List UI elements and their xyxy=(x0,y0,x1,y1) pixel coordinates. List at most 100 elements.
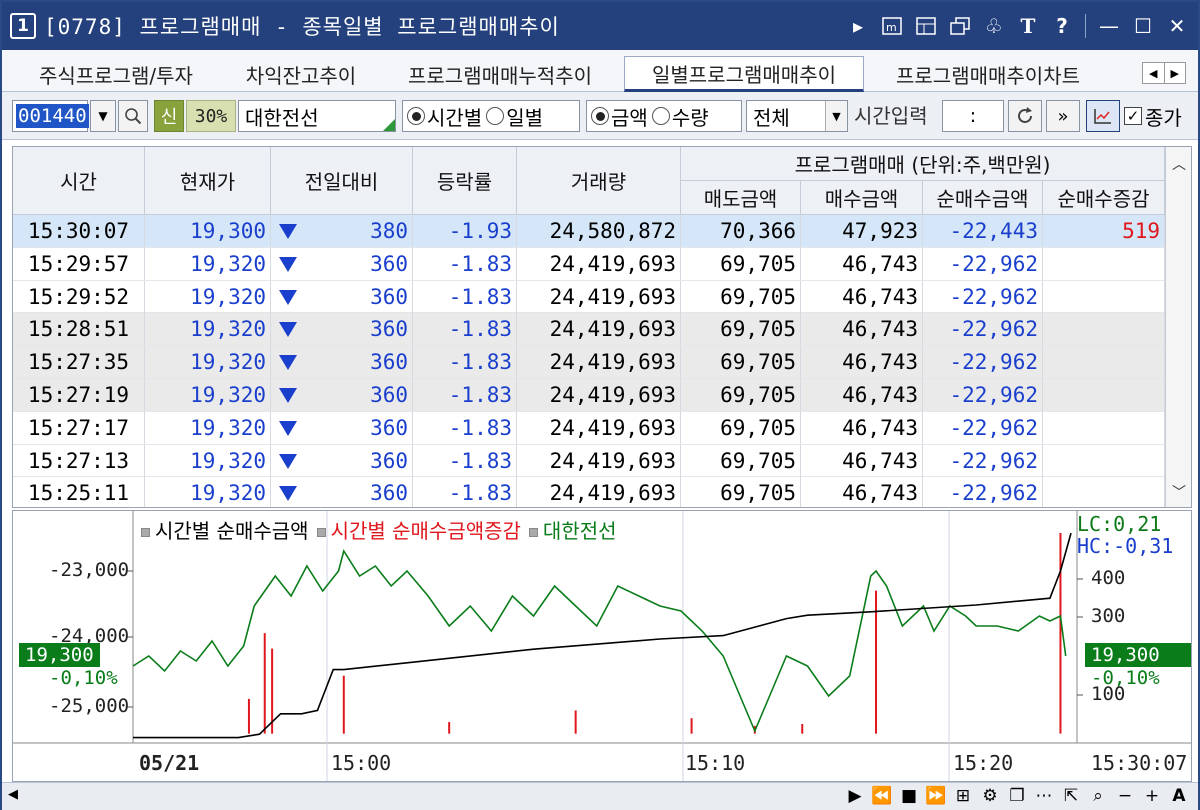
header-rate[interactable]: 등락률 xyxy=(413,147,517,215)
table-row[interactable]: 15:30:07 19,300 380 -1.93 24,580,872 70,366 47… xyxy=(13,215,1165,248)
header-net-buy[interactable]: 순매수금액 xyxy=(923,181,1043,215)
next-button[interactable]: » xyxy=(1046,100,1080,132)
chart-canvas[interactable] xyxy=(13,511,1191,781)
cursor-icon[interactable]: ⇱ xyxy=(1060,785,1082,807)
tab-program-cumulative[interactable]: 프로그램매매누적추이 xyxy=(384,56,616,92)
cell-volume: 24,419,693 xyxy=(517,444,681,477)
tab-arbitrage-balance[interactable]: 차익잔고추이 xyxy=(228,56,374,92)
close-price-checkbox[interactable]: ✓ 종가 xyxy=(1124,100,1182,132)
radio-amount[interactable]: 금액 xyxy=(591,102,648,131)
table-row[interactable]: 15:29:57 19,320 360 -1.83 24,419,693 69,705 46… xyxy=(13,247,1165,281)
window-icon[interactable]: ❐ xyxy=(1006,785,1028,807)
header-change[interactable]: 전일대비 xyxy=(271,147,413,215)
tab-scroll-right-icon[interactable]: ▶ xyxy=(1163,63,1186,83)
cell-sell-amount: 70,366 xyxy=(681,215,801,247)
cell-change-text: 380 xyxy=(370,219,408,243)
cell-net-buy: -22,962 xyxy=(923,247,1043,280)
play-icon[interactable]: ▶ xyxy=(844,785,866,807)
cell-change: 360 xyxy=(271,313,413,346)
radio-quantity[interactable]: 수량 xyxy=(651,102,709,131)
settings-icon[interactable]: ⚙ xyxy=(979,785,1001,807)
cell-time: 15:29:52 xyxy=(13,280,145,313)
table-row[interactable]: 15:27:19 19,320 360 -1.83 24,419,693 69,705 46… xyxy=(13,378,1165,412)
cell-change: 360 xyxy=(271,378,413,411)
table-header: 시간 현재가 전일대비 등락률 거래량 프로그램매매 (단위:주,백만원) 매도… xyxy=(13,147,1165,215)
chart-toggle-button[interactable] xyxy=(1086,100,1120,132)
copy-window-icon[interactable] xyxy=(949,15,971,37)
header-buy-amount[interactable]: 매수금액 xyxy=(801,181,923,215)
table-vertical-scrollbar[interactable]: ︿ ﹀ xyxy=(1165,147,1191,507)
legend-item-stock[interactable]: 대한전선 xyxy=(528,515,617,544)
text-annotation-icon[interactable]: A xyxy=(1168,785,1190,807)
window-number-badge[interactable]: 1 xyxy=(10,13,36,39)
tab-scroll-left-icon[interactable]: ◀ xyxy=(1143,63,1164,83)
cell-buy-amount-text: 46,743 xyxy=(842,415,918,440)
zoom-icon[interactable]: ⌕ xyxy=(1087,785,1109,807)
print-icon[interactable]: ♧ xyxy=(983,14,1005,38)
header-sell-amount[interactable]: 매도금액 xyxy=(681,181,801,215)
help-icon[interactable]: ? xyxy=(1051,14,1073,38)
header-volume[interactable]: 거래량 xyxy=(517,147,681,215)
time-input[interactable]: : xyxy=(942,100,1004,132)
table-row[interactable]: 15:29:52 19,320 360 -1.83 24,419,693 69,705 46… xyxy=(13,280,1165,314)
zoom-out-icon[interactable]: − xyxy=(1114,785,1136,807)
stock-search-button[interactable] xyxy=(118,100,148,132)
cell-rate: -1.83 xyxy=(413,247,517,280)
scroll-up-icon[interactable]: ︿ xyxy=(1166,151,1191,177)
header-price[interactable]: 현재가 xyxy=(145,147,271,215)
font-icon[interactable]: T xyxy=(1017,14,1039,38)
refresh-button[interactable] xyxy=(1008,100,1042,132)
radio-by-time[interactable]: 시간별 xyxy=(407,102,482,131)
rewind-icon[interactable]: ⏪ xyxy=(871,785,893,807)
scroll-down-icon[interactable]: ﹀ xyxy=(1166,479,1191,505)
radio-by-day-label: 일별 xyxy=(506,105,544,130)
x-axis-tick: 15:00 xyxy=(331,751,392,775)
cell-time-text: 15:27:19 xyxy=(27,382,130,407)
cell-price-text: 19,320 xyxy=(190,415,266,440)
layout-icon[interactable] xyxy=(915,15,937,37)
table-row[interactable]: 15:27:17 19,320 360 -1.83 24,419,693 69,705 46… xyxy=(13,411,1165,445)
cell-net-buy-text: -22,962 xyxy=(949,448,1038,473)
chart-legend: 시간별 순매수금액 시간별 순매수금액증감 대한전선 xyxy=(141,515,617,544)
tab-stock-program-invest[interactable]: 주식프로그램/투자 xyxy=(16,56,216,92)
legend-item-net-buy[interactable]: 시간별 순매수금액 xyxy=(141,515,309,544)
filter-select[interactable]: 전체 ▼ xyxy=(746,100,848,132)
crosshair-icon[interactable]: ⋯ xyxy=(1033,785,1055,807)
radio-unchecked-icon xyxy=(486,107,505,125)
legend-item-net-buy-delta[interactable]: 시간별 순매수금액증감 xyxy=(316,515,521,544)
minimize-icon[interactable]: — xyxy=(1098,14,1120,38)
stock-name-field[interactable]: 대한전선 xyxy=(238,100,396,132)
cell-change: 360 xyxy=(271,280,413,313)
radio-by-day[interactable]: 일별 xyxy=(486,102,543,131)
cell-net-buy-delta xyxy=(1043,477,1165,507)
stock-code-input[interactable]: 001440 xyxy=(12,100,89,132)
scroll-left-icon[interactable]: ◀ xyxy=(8,787,18,802)
maximize-icon[interactable]: ☐ xyxy=(1132,14,1154,38)
stock-code-dropdown-button[interactable]: ▼ xyxy=(90,100,116,132)
title-bar: 1 [0778] 프로그램매매 - 종목일별 프로그램매매추이 ▸ m ♧ T … xyxy=(2,2,1198,50)
zoom-in-icon[interactable]: + xyxy=(1141,785,1163,807)
tab-daily-program[interactable]: 일별프로그램매매추이 xyxy=(624,56,864,92)
play-icon[interactable]: ▸ xyxy=(847,14,869,38)
tab-program-chart[interactable]: 프로그램매매추이차트 xyxy=(870,56,1106,92)
cell-time-text: 15:28:51 xyxy=(27,317,130,342)
header-time[interactable]: 시간 xyxy=(13,147,145,215)
cell-time: 15:29:57 xyxy=(13,247,145,280)
table-row[interactable]: 15:27:35 19,320 360 -1.83 24,419,693 69,705 46… xyxy=(13,346,1165,379)
chart-layout-icon[interactable]: ⊞ xyxy=(952,785,974,807)
header-net-buy-delta[interactable]: 순매수증감 xyxy=(1043,181,1165,215)
close-icon[interactable]: ✕ xyxy=(1166,14,1188,38)
cell-rate-text: -1.83 xyxy=(448,448,512,473)
legend-marker-icon xyxy=(141,528,150,537)
cell-time-text: 15:29:57 xyxy=(27,251,130,276)
stop-icon[interactable]: ■ xyxy=(898,785,920,807)
cell-price-text: 19,320 xyxy=(190,382,266,407)
cell-buy-amount: 46,743 xyxy=(801,313,923,346)
table-row[interactable]: 15:27:13 19,320 360 -1.83 24,419,693 69,705 46… xyxy=(13,444,1165,478)
memo-icon[interactable]: m xyxy=(881,15,903,37)
table-row[interactable]: 15:25:11 19,320 360 -1.83 24,419,693 69,705 46… xyxy=(13,477,1165,507)
table-row[interactable]: 15:28:51 19,320 360 -1.83 24,419,693 69,705 46… xyxy=(13,313,1165,347)
cell-sell-amount: 69,705 xyxy=(681,411,801,444)
tab-bar: 주식프로그램/투자 차익잔고추이 프로그램매매누적추이 일별프로그램매매추이 프… xyxy=(2,50,1198,92)
fast-forward-icon[interactable]: ⏩ xyxy=(925,785,947,807)
